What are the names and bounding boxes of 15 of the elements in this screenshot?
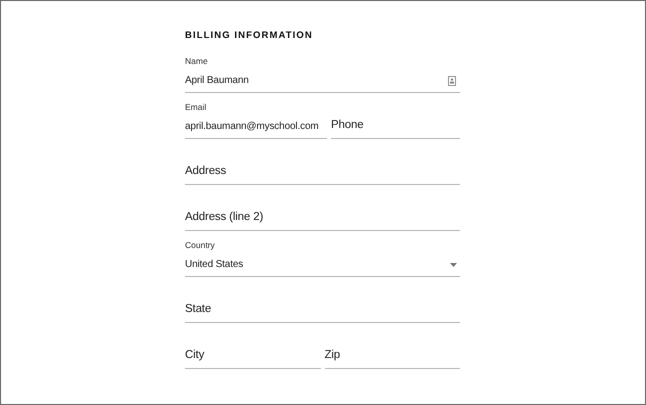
dropdown-caret-icon[interactable] — [450, 262, 457, 266]
text-field[interactable]: Zip — [324, 342, 460, 369]
text-field[interactable]: Address — [185, 158, 460, 185]
field-label: Name — [185, 56, 208, 66]
text-field[interactable]: April Baumann — [185, 69, 460, 93]
text-field[interactable]: Address (line 2) — [185, 204, 460, 231]
contact-card-icon — [448, 76, 456, 86]
field-label: Country — [185, 240, 215, 250]
select-field[interactable]: United States — [185, 253, 460, 277]
field-label: Email — [185, 102, 206, 112]
text-field[interactable]: Phone — [330, 112, 460, 139]
section-heading: BILLING INFORMATION — [185, 29, 313, 43]
text-field[interactable]: State — [185, 296, 460, 323]
text-field[interactable]: City — [185, 342, 320, 369]
text-field[interactable]: april.baumann@myschool.com — [185, 115, 327, 139]
